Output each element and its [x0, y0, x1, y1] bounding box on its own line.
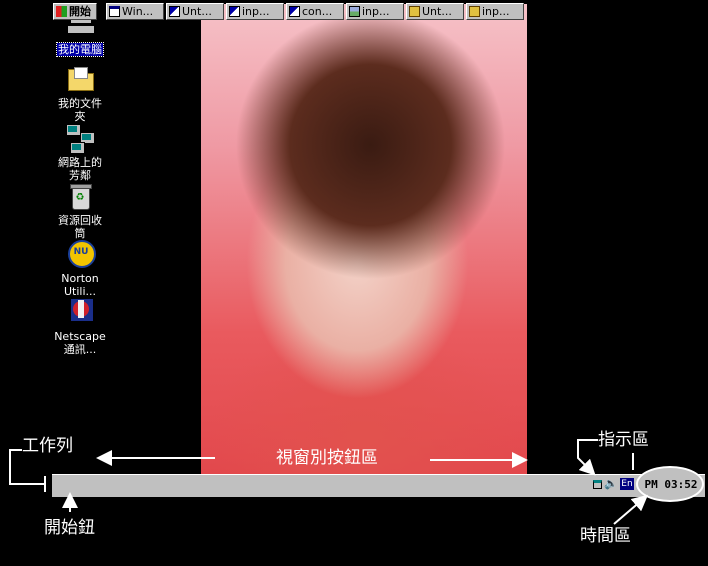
annotation-start-button: 開始鈕	[44, 518, 95, 538]
annotation-clock-area: 時間區	[580, 526, 631, 546]
annotation-taskbar: 工作列	[22, 436, 73, 456]
annotation-task-buttons: 視窗別按鈕區	[276, 448, 378, 468]
annotation-indicator: 指示區	[598, 430, 649, 450]
annotation-arrows	[9, 439, 649, 525]
